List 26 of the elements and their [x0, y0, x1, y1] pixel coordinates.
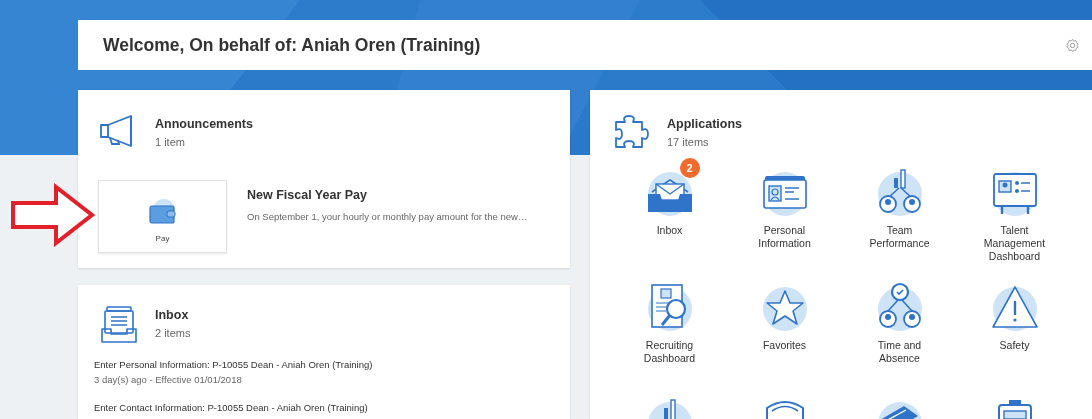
task-meta: 3 day(s) ago - Effective 01/01/2018 [94, 374, 243, 385]
settings-icon[interactable] [1065, 37, 1080, 53]
task-link[interactable]: Enter Personal Information: P-10055 Dean - Aniah Oren (Training) [94, 359, 550, 370]
item-count: 2 items [155, 327, 191, 339]
app-tile[interactable]: Personal Information [729, 156, 840, 250]
welcome-title: Welcome, On behalf of: Aniah Oren (Training) [103, 34, 481, 56]
count-badge: 2 [679, 158, 700, 178]
app-tile[interactable]: Time and Absence [844, 271, 955, 365]
announcement-summary: On September 1, your hourly or monthly pay amount for the new… [247, 211, 528, 222]
app-tile[interactable]: Favorites [729, 271, 840, 352]
announcement-tile[interactable]: Pay [98, 180, 227, 253]
app-tile[interactable]: Team Performance [844, 156, 955, 250]
app-tile[interactable]: Talent Management Dashboard [959, 156, 1070, 263]
puzzle-piece-icon [612, 114, 650, 150]
card-title: Applications [667, 117, 742, 131]
app-tile[interactable]: Safety [959, 271, 1070, 352]
card-title: Inbox [155, 308, 190, 322]
wallet-icon [146, 198, 179, 226]
inbox-tray-icon [100, 305, 138, 345]
item-count: 17 items [667, 136, 710, 148]
app-tile[interactable]: Recruiting Dashboard [614, 271, 725, 365]
app-tile[interactable]: 2 Inbox [614, 156, 725, 237]
item-count: 1 item [155, 136, 186, 148]
card-title: Announcements [155, 117, 253, 131]
announcement-title: New Fiscal Year Pay [247, 188, 368, 202]
task-link[interactable]: Enter Contact Information: P-10055 Dean - Aniah Oren (Training) [94, 402, 550, 413]
